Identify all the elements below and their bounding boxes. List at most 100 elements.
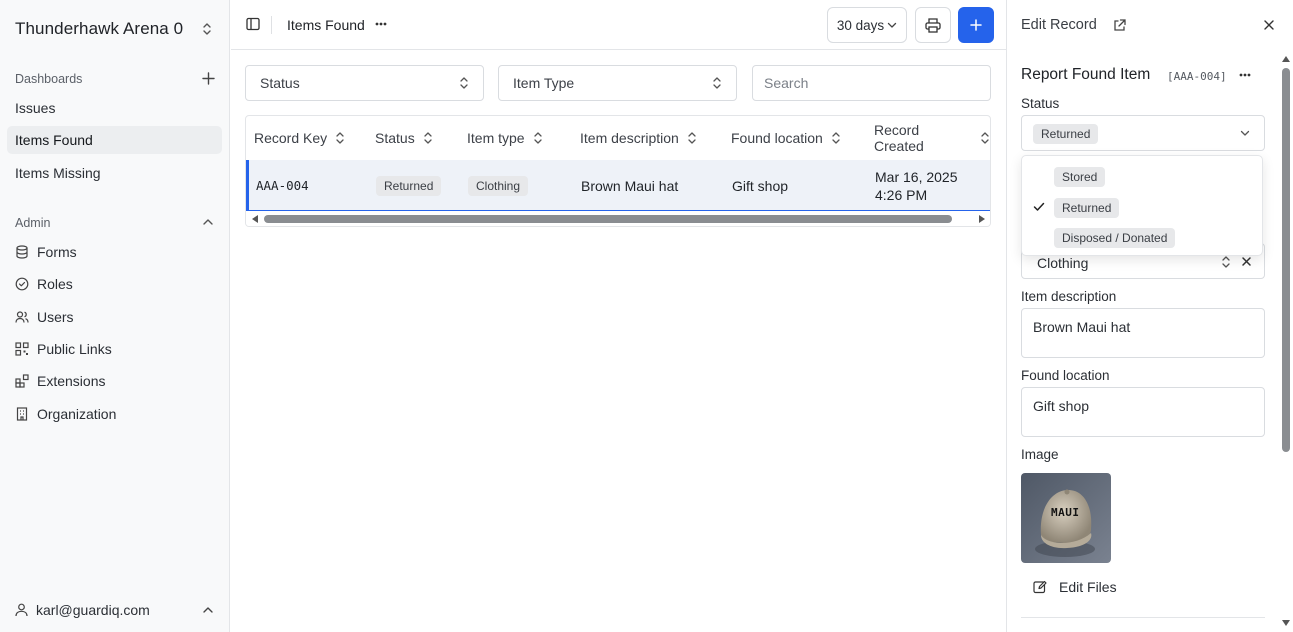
sidebar-item-organization[interactable]: Organization bbox=[7, 400, 222, 428]
more-options-icon[interactable] bbox=[1239, 73, 1251, 77]
sort-icon bbox=[679, 131, 697, 145]
option-disposed-donated[interactable]: Disposed / Donated bbox=[1022, 221, 1262, 251]
column-header-label: Status bbox=[375, 130, 415, 146]
scroll-left-icon[interactable] bbox=[252, 215, 258, 223]
cell-created: Mar 16, 2025 4:26 PM bbox=[875, 160, 958, 211]
option-stored[interactable]: Stored bbox=[1022, 160, 1262, 190]
status-select[interactable]: Returned bbox=[1021, 115, 1265, 151]
column-header-label: Item description bbox=[580, 130, 679, 146]
column-header-status[interactable]: Status bbox=[375, 116, 433, 160]
sort-icon bbox=[327, 131, 345, 145]
cell-location: Gift shop bbox=[732, 177, 789, 194]
cap-text: MAUI bbox=[1051, 506, 1080, 519]
open-external-icon[interactable] bbox=[1113, 19, 1126, 32]
plus-icon bbox=[970, 19, 982, 31]
sidebar-item-forms[interactable]: Forms bbox=[7, 238, 222, 266]
sort-icon bbox=[972, 131, 990, 145]
admin-label: Admin bbox=[15, 216, 51, 230]
sidebar-item-label: Users bbox=[37, 309, 74, 325]
sidebar-item-label: Items Missing bbox=[15, 165, 101, 181]
workspace-name[interactable]: Thunderhawk Arena 0 bbox=[15, 19, 183, 39]
cell-status: Returned bbox=[376, 160, 442, 211]
scroll-right-icon[interactable] bbox=[979, 215, 985, 223]
sidebar-item-label: Items Found bbox=[15, 132, 93, 148]
cell-description: Brown Maui hat bbox=[581, 177, 679, 194]
scrollbar-thumb[interactable] bbox=[1282, 68, 1290, 452]
scroll-down-icon[interactable] bbox=[1282, 620, 1290, 626]
sidebar-item-label: Extensions bbox=[37, 373, 106, 389]
vertical-scrollbar[interactable] bbox=[1280, 50, 1292, 632]
sidebar-item-label: Organization bbox=[37, 406, 117, 422]
sidebar-item-items-missing[interactable]: Items Missing bbox=[7, 159, 222, 187]
item-type-badge: Clothing bbox=[468, 175, 529, 196]
chevron-up-down-icon bbox=[712, 76, 722, 90]
sidebar-item-label: Roles bbox=[37, 276, 73, 292]
option-returned[interactable]: Returned bbox=[1022, 191, 1262, 221]
building-icon bbox=[15, 407, 29, 421]
printer-icon bbox=[925, 17, 941, 33]
user-icon bbox=[15, 603, 28, 617]
date-range-value: 30 days bbox=[836, 17, 885, 33]
status-filter[interactable]: Status bbox=[245, 65, 484, 101]
sidebar-item-users[interactable]: Users bbox=[7, 303, 222, 331]
chevron-up-icon[interactable] bbox=[202, 218, 214, 226]
chevron-down-icon bbox=[1240, 130, 1250, 137]
check-icon bbox=[1033, 202, 1045, 212]
panel-title: Edit Record bbox=[1021, 17, 1097, 33]
horizontal-scrollbar[interactable] bbox=[246, 211, 990, 226]
top-header: Items Found 30 days bbox=[231, 0, 1006, 50]
column-header-record-key[interactable]: Record Key bbox=[254, 116, 345, 160]
column-header-found-location[interactable]: Found location bbox=[731, 116, 841, 160]
status-label: Status bbox=[1021, 96, 1060, 111]
check-circle-icon bbox=[15, 277, 29, 291]
option-label: Stored bbox=[1054, 167, 1106, 187]
sort-icon bbox=[525, 131, 543, 145]
scroll-up-icon[interactable] bbox=[1282, 56, 1290, 62]
column-header-label: Item type bbox=[467, 130, 525, 146]
sidebar-toggle-icon[interactable] bbox=[246, 17, 260, 31]
more-options-icon[interactable] bbox=[375, 22, 387, 26]
found-location-value: Gift shop bbox=[1033, 398, 1090, 414]
sidebar-item-roles[interactable]: Roles bbox=[7, 270, 222, 298]
item-description-label: Item description bbox=[1021, 289, 1117, 304]
column-header-record-created[interactable]: Record Created bbox=[874, 116, 990, 160]
search-input[interactable]: Search bbox=[752, 65, 991, 101]
sidebar-item-extensions[interactable]: Extensions bbox=[7, 367, 222, 395]
column-header-item-description[interactable]: Item description bbox=[580, 116, 697, 160]
chevron-down-icon bbox=[887, 22, 897, 29]
form-title: Report Found Item bbox=[1021, 66, 1151, 83]
clear-icon[interactable] bbox=[1241, 256, 1252, 267]
cell-item-type: Clothing bbox=[468, 160, 529, 211]
sidebar-item-issues[interactable]: Issues bbox=[7, 94, 222, 122]
add-record-button[interactable] bbox=[958, 7, 994, 43]
item-description-input[interactable]: Brown Maui hat bbox=[1021, 308, 1265, 358]
sidebar-item-items-found[interactable]: Items Found bbox=[7, 126, 222, 154]
found-location-input[interactable]: Gift shop bbox=[1021, 387, 1265, 437]
item-image-thumbnail[interactable]: MAUI bbox=[1021, 473, 1111, 563]
item-type-filter[interactable]: Item Type bbox=[498, 65, 737, 101]
dashboards-label: Dashboards bbox=[15, 72, 83, 86]
sidebar-item-label: Public Links bbox=[37, 341, 112, 357]
sort-icon bbox=[415, 131, 433, 145]
item-description-value: Brown Maui hat bbox=[1033, 319, 1131, 335]
sort-icon bbox=[823, 131, 841, 145]
status-filter-label: Status bbox=[260, 75, 300, 91]
cell-record-key: AAA-004 bbox=[256, 178, 309, 193]
chevron-up-down-icon[interactable] bbox=[200, 21, 214, 37]
status-badge: Returned bbox=[376, 175, 442, 196]
date-range-select[interactable]: 30 days bbox=[827, 7, 907, 43]
user-menu[interactable]: karl@guardiq.com bbox=[15, 602, 150, 618]
created-time: 4:26 PM bbox=[875, 186, 928, 203]
chevron-up-icon[interactable] bbox=[202, 606, 214, 614]
sidebar-item-label: Forms bbox=[37, 244, 77, 260]
print-button[interactable] bbox=[915, 7, 951, 43]
status-value-badge: Returned bbox=[1033, 124, 1099, 144]
edit-files-button[interactable]: Edit Files bbox=[1021, 572, 1121, 602]
close-icon[interactable] bbox=[1263, 19, 1275, 31]
sidebar-item-public-links[interactable]: Public Links bbox=[7, 335, 222, 363]
column-header-item-type[interactable]: Item type bbox=[467, 116, 543, 160]
database-icon bbox=[15, 245, 29, 259]
item-type-value: Clothing bbox=[1037, 255, 1089, 271]
add-dashboard-icon[interactable] bbox=[202, 72, 215, 85]
scrollbar-thumb[interactable] bbox=[264, 215, 952, 223]
